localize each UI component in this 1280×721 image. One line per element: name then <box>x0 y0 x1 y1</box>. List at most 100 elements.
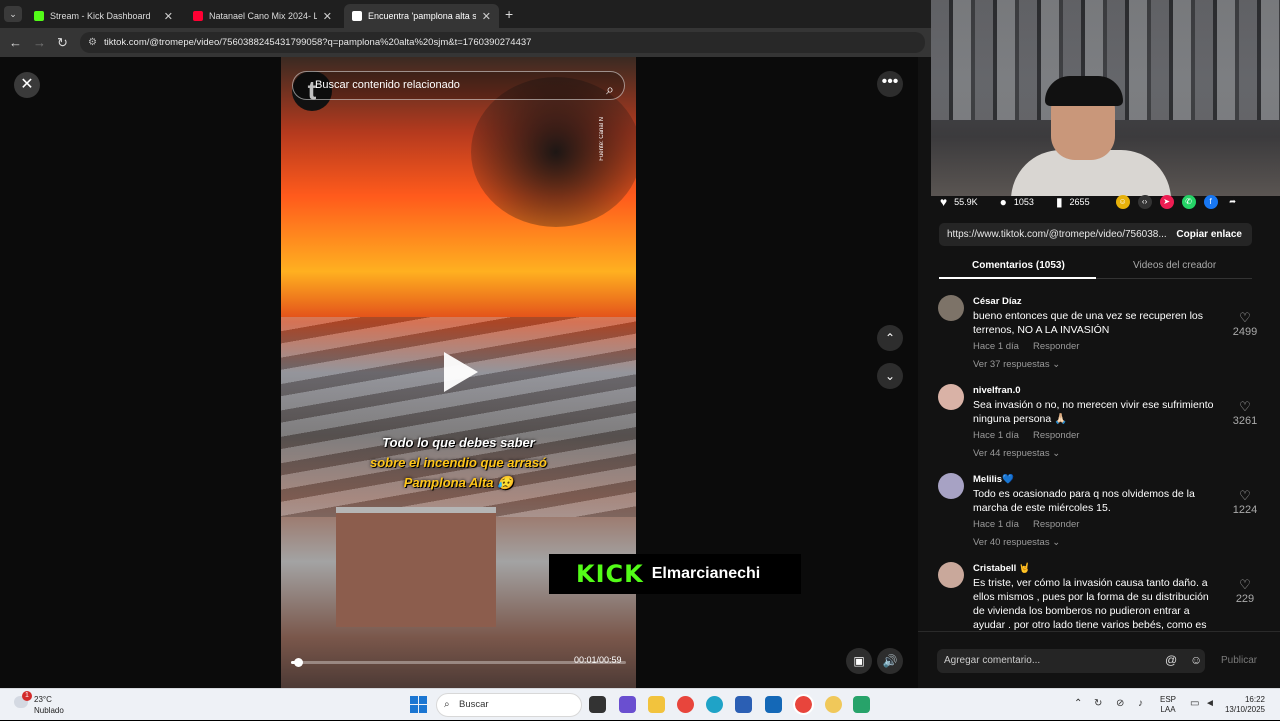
search-icon[interactable]: ⌕ <box>606 76 614 103</box>
close-tab-icon[interactable]: ✕ <box>164 10 173 23</box>
publish-button[interactable]: Publicar <box>1221 655 1257 666</box>
chrome-icon[interactable] <box>677 696 694 713</box>
clock-time: 16:22 <box>1244 695 1265 704</box>
comment-meta: Hace 1 día Responder <box>973 430 1079 441</box>
task-view-icon[interactable] <box>589 696 606 713</box>
comment-author[interactable]: nivelfran.0 <box>973 385 1021 396</box>
reply-button[interactable]: Responder <box>1033 341 1079 352</box>
comment-item: Cristabell 🤘 Es triste, ver cómo la inva… <box>938 557 1268 630</box>
view-replies-button[interactable]: Ver 40 respuestas ⌄ <box>973 537 1060 548</box>
reload-icon[interactable]: ↻ <box>57 35 68 51</box>
floating-player-icon[interactable]: ▣ <box>846 648 872 674</box>
clock[interactable]: 16:22 13/10/2025 <box>1219 695 1265 715</box>
speaker-icon[interactable]: ◄ <box>1205 698 1215 709</box>
hidden-icon[interactable]: ⊘ <box>1116 698 1124 709</box>
panel-tabs: Comentarios (1053) Videos del creador <box>939 257 1252 279</box>
store-icon[interactable] <box>735 696 752 713</box>
obs-icon[interactable] <box>853 696 870 713</box>
tab-comments[interactable]: Comentarios (1053) <box>972 260 1065 271</box>
comment-time: Hace 1 día <box>973 519 1019 530</box>
copy-link-button[interactable]: Copiar enlace <box>1176 223 1242 246</box>
copilot-icon[interactable] <box>619 696 636 713</box>
microphone-icon[interactable]: ♪ <box>1138 698 1143 709</box>
coin-icon[interactable]: ☺ <box>1115 195 1130 209</box>
outlook-icon[interactable] <box>765 696 782 713</box>
search-placeholder: Buscar contenido relacionado <box>315 79 460 91</box>
caption-line-3: Pamplona Alta 😥 <box>403 475 514 490</box>
kick-logo: KICK <box>576 560 644 588</box>
back-arrow-icon[interactable]: ← <box>9 35 22 50</box>
send-icon[interactable]: ➤ <box>1159 195 1174 209</box>
avatar[interactable] <box>938 384 964 410</box>
like-button[interactable]: ♥ 55.9K <box>940 195 978 209</box>
network-icon[interactable]: ▭ <box>1190 698 1199 709</box>
url-field[interactable]: ⚙ tiktok.com/@tromepe/video/756038824543… <box>80 32 925 53</box>
embed-icon[interactable]: ‹› <box>1137 195 1152 209</box>
comment-like-button[interactable]: ♡ 1224 <box>1228 488 1262 516</box>
reply-button[interactable]: Responder <box>1033 430 1079 441</box>
sync-icon[interactable]: ↻ <box>1094 698 1102 709</box>
comment-meta: Hace 1 día Responder <box>973 341 1079 352</box>
whatsapp-icon[interactable]: ✆ <box>1181 195 1196 209</box>
facebook-icon[interactable]: f <box>1203 195 1218 209</box>
close-tab-icon[interactable]: ✕ <box>482 10 491 23</box>
reply-button[interactable]: Responder <box>1033 519 1079 530</box>
windows-start-icon[interactable] <box>410 696 427 713</box>
weather-desc: Nublado <box>34 706 64 715</box>
view-replies-label: Ver 37 respuestas <box>973 359 1050 370</box>
new-tab-button[interactable]: + <box>505 6 513 22</box>
volume-icon[interactable]: 🔊 <box>877 648 903 674</box>
view-replies-button[interactable]: Ver 44 respuestas ⌄ <box>973 448 1060 459</box>
tab-kick-dashboard[interactable]: Stream - Kick Dashboard ✕ <box>26 4 181 28</box>
comment-author[interactable]: César Díaz <box>973 296 1022 307</box>
share-link-text[interactable]: https://www.tiktok.com/@tromepe/video/75… <box>947 223 1172 246</box>
share-arrow-icon[interactable]: ➦ <box>1226 195 1240 209</box>
close-video-button[interactable]: ✕ <box>14 72 40 98</box>
avatar[interactable] <box>938 473 964 499</box>
kick-username: Elmarcianechi <box>651 565 761 582</box>
avatar[interactable] <box>938 295 964 321</box>
webcam-overlay <box>931 0 1280 196</box>
edge-icon[interactable] <box>706 696 723 713</box>
emoji-icon[interactable]: ☺ <box>1190 653 1202 667</box>
taskbar-search[interactable]: ⌕ Buscar <box>436 693 582 717</box>
tab-creator-videos[interactable]: Videos del creador <box>1133 260 1216 271</box>
more-options-icon[interactable]: ••• <box>877 71 903 97</box>
avatar[interactable] <box>938 562 964 588</box>
play-icon[interactable] <box>444 352 478 392</box>
caption-line-1: Todo lo que debes saber <box>382 435 535 450</box>
comment-like-button[interactable]: ♡ 3261 <box>1228 399 1262 427</box>
related-search-input[interactable]: Buscar contenido relacionado ⌕ <box>292 71 625 100</box>
comment-like-count: 2499 <box>1232 326 1258 338</box>
view-replies-button[interactable]: Ver 37 respuestas ⌄ <box>973 359 1060 370</box>
save-button[interactable]: ▮ 2655 <box>1056 195 1090 209</box>
system-tray: ⌃ ↻ ⊘ ♪ ESP LAA ▭ ◄ 16:22 13/10/2025 <box>1072 689 1280 721</box>
progress-knob[interactable] <box>293 658 303 667</box>
chrome-active-icon[interactable] <box>793 694 814 715</box>
chevron-up-icon[interactable]: ⌃ <box>1074 698 1082 709</box>
comment-count: 1053 <box>1013 197 1034 207</box>
comment-like-count: 1224 <box>1232 504 1258 516</box>
app-icon[interactable] <box>825 696 842 713</box>
forward-arrow-icon[interactable]: → <box>33 35 46 50</box>
mention-icon[interactable]: @ <box>1165 653 1177 667</box>
site-info-icon[interactable]: ⚙ <box>88 32 97 53</box>
previous-video-button[interactable]: ⌃ <box>877 325 903 351</box>
tab-tiktok-search[interactable]: Encuentra 'pamplona alta sjm' ✕ <box>344 4 499 28</box>
comment-author[interactable]: Melilis💙 <box>973 474 1014 485</box>
comment-like-count: 229 <box>1235 593 1255 605</box>
comment-like-button[interactable]: ♡ 229 <box>1228 577 1262 605</box>
next-video-button[interactable]: ⌄ <box>877 363 903 389</box>
tab-youtube-mix[interactable]: Natanael Cano Mix 2024- Las M ✕ <box>185 4 340 28</box>
close-tab-icon[interactable]: ✕ <box>323 10 332 23</box>
tab-search-button[interactable]: ⌄ <box>4 6 22 22</box>
file-explorer-icon[interactable] <box>648 696 665 713</box>
comment-like-button[interactable]: ♡ 2499 <box>1228 310 1262 338</box>
search-icon: ⌕ <box>444 699 450 710</box>
language-indicator[interactable]: ESP LAA <box>1160 695 1176 715</box>
comment-text: Todo es ocasionado para q nos olvidemos … <box>973 488 1195 514</box>
heart-outline-icon: ♡ <box>1239 310 1251 325</box>
heart-icon: ♥ <box>940 195 948 209</box>
comment-button[interactable]: ● 1053 <box>1000 195 1034 209</box>
comment-author[interactable]: Cristabell 🤘 <box>973 563 1031 574</box>
